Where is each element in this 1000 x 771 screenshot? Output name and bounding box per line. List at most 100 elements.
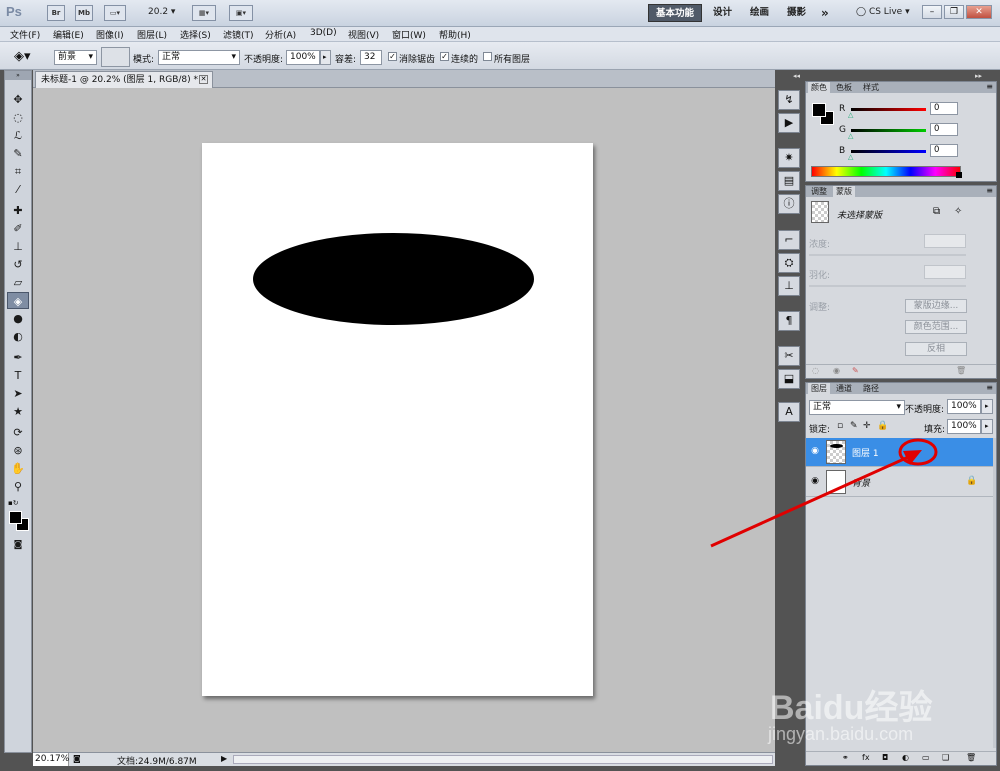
3d-panel-icon[interactable]: ✂: [778, 346, 800, 366]
navigator-panel-icon[interactable]: ✷: [778, 148, 800, 168]
lock-transparent-icon[interactable]: ▫: [837, 421, 843, 431]
menu-image[interactable]: 图像(I): [96, 28, 124, 41]
vector-mask-icon[interactable]: ✧: [954, 206, 962, 217]
pixel-mask-icon[interactable]: ⧉: [933, 206, 940, 217]
disable-mask-icon[interactable]: ✎: [852, 366, 859, 375]
panel-menu-icon[interactable]: ≡: [986, 82, 993, 91]
expand-panels-icon[interactable]: ◂◂: [793, 72, 800, 80]
tab-styles[interactable]: 样式: [860, 82, 882, 93]
tolerance-input[interactable]: 32: [360, 50, 382, 65]
horizontal-scrollbar[interactable]: [233, 755, 773, 764]
zoom-status-field[interactable]: 20.17%: [33, 753, 69, 766]
more-workspaces-button[interactable]: »: [814, 4, 836, 22]
menu-help[interactable]: 帮助(H): [439, 28, 471, 41]
menu-3d[interactable]: 3D(D): [310, 28, 337, 38]
zoom-level-dropdown[interactable]: 20.2 ▾: [148, 7, 175, 17]
workspace-essentials[interactable]: 基本功能: [648, 4, 703, 22]
document-canvas[interactable]: [202, 143, 593, 696]
opacity-slider-button[interactable]: ▸: [320, 50, 331, 65]
menu-select[interactable]: 选择(S): [180, 28, 211, 41]
screen-mode-button[interactable]: ▣▾: [229, 5, 253, 21]
collapse-dock-icon[interactable]: ▸▸: [975, 72, 982, 80]
channel-b-input[interactable]: 0: [930, 144, 958, 157]
crop-tool-icon[interactable]: ⌗: [7, 163, 29, 180]
path-selection-tool-icon[interactable]: ➤: [7, 385, 29, 402]
quick-mask-icon[interactable]: ◙: [7, 537, 29, 554]
close-tab-icon[interactable]: ✕: [199, 75, 208, 84]
bridge-button[interactable]: Br: [47, 5, 65, 21]
menu-analysis[interactable]: 分析(A): [265, 28, 296, 41]
channel-g-slider-handle[interactable]: △: [848, 132, 853, 140]
lock-all-icon[interactable]: 🔒: [877, 421, 888, 431]
tab-paths[interactable]: 路径: [860, 383, 882, 394]
info-panel-icon[interactable]: ⓘ: [778, 194, 800, 214]
move-tool-icon[interactable]: ✥: [7, 91, 29, 108]
visibility-eye-icon[interactable]: ◉: [809, 476, 821, 488]
visibility-eye-icon[interactable]: ◉: [809, 446, 821, 458]
clone-stamp-tool-icon[interactable]: ⊥: [7, 238, 29, 255]
channel-r-input[interactable]: 0: [930, 102, 958, 115]
black-swatch[interactable]: [956, 172, 962, 178]
marquee-tool-icon[interactable]: ◌: [7, 109, 29, 126]
eyedropper-tool-icon[interactable]: ⁄: [7, 181, 29, 198]
tab-color[interactable]: 颜色: [808, 82, 830, 93]
lock-image-icon[interactable]: ✎: [850, 421, 858, 431]
masks-panel-menu-icon[interactable]: ≡: [986, 186, 993, 195]
layer-row-layer1[interactable]: ◉ 图层 1: [806, 438, 996, 467]
collapse-toolbar-icon[interactable]: »: [5, 71, 31, 80]
mini-bridge-button[interactable]: Mb: [75, 5, 93, 21]
quick-selection-tool-icon[interactable]: ✎: [7, 145, 29, 162]
tab-masks[interactable]: 蒙版: [833, 186, 855, 197]
actions-panel-icon[interactable]: ▶: [778, 113, 800, 133]
menu-window[interactable]: 窗口(W): [392, 28, 426, 41]
view-extras-button[interactable]: ▭▾: [104, 5, 126, 21]
paint-bucket-preset-icon[interactable]: ◈▾: [14, 49, 31, 64]
paragraph-panel-icon[interactable]: ¶: [778, 311, 800, 331]
character-panel-icon[interactable]: A: [778, 402, 800, 422]
histogram-panel-icon[interactable]: ▤: [778, 171, 800, 191]
channel-r-slider[interactable]: [851, 108, 926, 111]
channel-r-slider-handle[interactable]: △: [848, 111, 853, 119]
menu-edit[interactable]: 编辑(E): [53, 28, 84, 41]
canvas-area[interactable]: [33, 88, 775, 752]
tab-layers[interactable]: 图层: [808, 383, 830, 394]
type-tool-icon[interactable]: T: [7, 367, 29, 384]
tab-adjustments[interactable]: 调整: [808, 186, 830, 197]
layer-blend-mode-select[interactable]: 正常 ▾: [809, 400, 905, 415]
document-tab[interactable]: 未标题-1 @ 20.2% (图层 1, RGB/8) * ✕: [35, 71, 213, 88]
paint-bucket-tool-icon[interactable]: ◈: [7, 292, 29, 309]
close-button[interactable]: ✕: [966, 5, 992, 19]
tool-presets-panel-icon[interactable]: ⊥: [778, 276, 800, 296]
layers-panel-menu-icon[interactable]: ≡: [986, 383, 993, 392]
contiguous-checkbox[interactable]: ✓: [440, 52, 449, 61]
color-foreground-swatch[interactable]: [812, 103, 826, 117]
menu-file[interactable]: 文件(F): [10, 28, 40, 41]
arrange-documents-button[interactable]: ▦▾: [192, 5, 216, 21]
lock-position-icon[interactable]: ✛: [863, 421, 871, 431]
layer-row-background[interactable]: ◉ 背景 🔒: [806, 468, 996, 497]
spot-healing-tool-icon[interactable]: ✚: [7, 202, 29, 219]
blur-tool-icon[interactable]: ●: [7, 310, 29, 327]
hand-tool-icon[interactable]: ✋: [7, 460, 29, 477]
layer-opacity-input[interactable]: 100%: [947, 399, 981, 414]
status-menu-arrow-icon[interactable]: ▶: [221, 754, 227, 763]
channel-g-input[interactable]: 0: [930, 123, 958, 136]
eraser-tool-icon[interactable]: ▱: [7, 274, 29, 291]
pen-tool-icon[interactable]: ✒: [7, 349, 29, 366]
minimize-button[interactable]: –: [922, 5, 942, 19]
layers-scrollbar[interactable]: [993, 438, 996, 748]
all-layers-checkbox[interactable]: [483, 52, 492, 61]
default-colors-icon[interactable]: ▪↻: [8, 499, 19, 507]
load-selection-icon[interactable]: ◌: [812, 366, 819, 375]
3d-orbit-tool-icon[interactable]: ⊛: [7, 442, 29, 459]
dodge-tool-icon[interactable]: ◐: [7, 328, 29, 345]
tab-channels[interactable]: 通道: [833, 383, 855, 394]
color-spectrum-ramp[interactable]: [811, 166, 961, 177]
zoom-tool-icon[interactable]: ⚲: [7, 478, 29, 495]
background-layer-name[interactable]: 背景: [852, 476, 870, 489]
layer-opacity-slider-button[interactable]: ▸: [981, 399, 993, 414]
history-brush-tool-icon[interactable]: ↺: [7, 256, 29, 273]
antialias-checkbox[interactable]: ✓: [388, 52, 397, 61]
brush-presets-panel-icon[interactable]: ⌐: [778, 230, 800, 250]
history-panel-icon[interactable]: ↯: [778, 90, 800, 110]
